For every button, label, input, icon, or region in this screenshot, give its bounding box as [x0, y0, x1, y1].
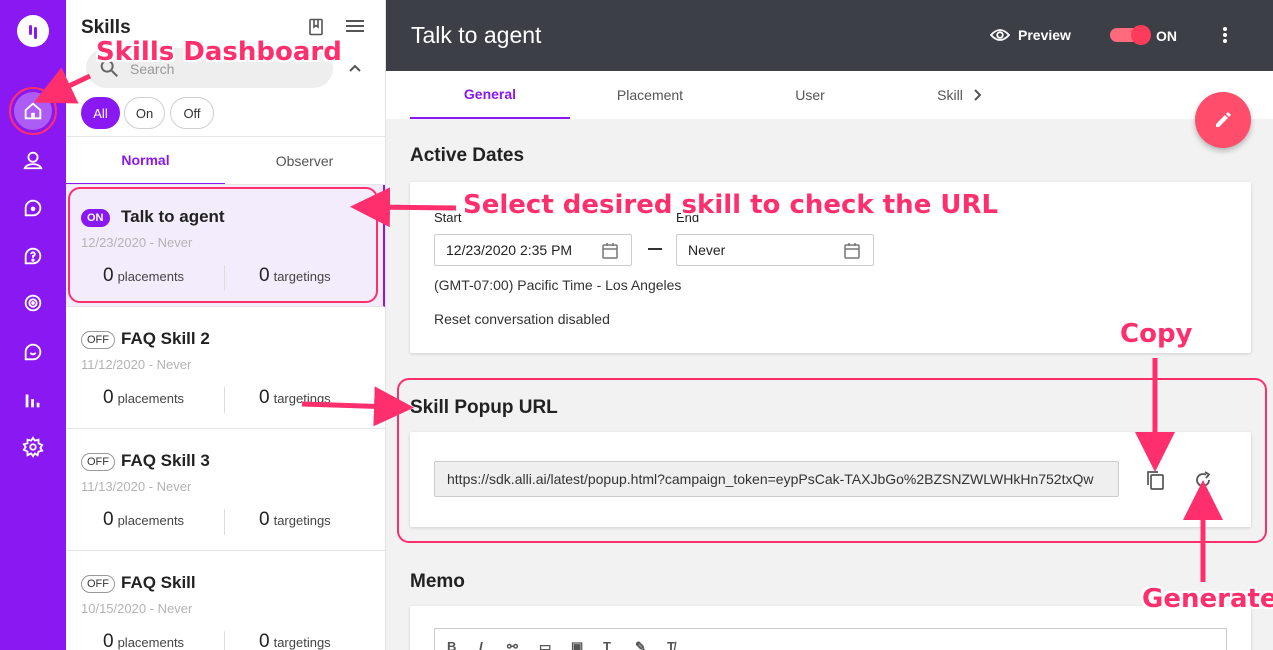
calendar-icon [844, 243, 860, 259]
memo-editor[interactable]: B I ⚯ ▭ ▣ T ✎ T̸ [434, 628, 1227, 650]
help-icon[interactable] [20, 243, 46, 269]
skill-dates: 11/12/2020 - Never [81, 357, 192, 372]
stat-divider [224, 387, 225, 413]
reset-conversation-text: Reset conversation disabled [434, 311, 610, 327]
target-icon[interactable] [20, 290, 46, 316]
placements-count: 0 placements [103, 387, 185, 408]
link-icon[interactable]: ⚯ [507, 639, 518, 650]
home-highlight-ring [9, 87, 57, 135]
main-tabs: General Placement User Skill [386, 71, 1273, 119]
status-badge: OFF [81, 453, 115, 471]
skill-name: FAQ Skill [121, 573, 196, 592]
stat-divider [224, 509, 225, 535]
preview-button[interactable]: Preview [990, 27, 1071, 43]
filter-all-chip[interactable]: All [81, 97, 120, 129]
selected-skill-highlight [68, 187, 378, 303]
text-size-icon[interactable]: T [603, 639, 611, 650]
more-menu-icon[interactable] [1222, 26, 1228, 49]
tab-skill[interactable]: Skill [879, 71, 1039, 119]
start-date-value: 12/23/2020 2:35 PM [446, 242, 573, 258]
tab-general[interactable]: General [410, 71, 570, 119]
skill-name: FAQ Skill 2 [121, 329, 210, 348]
chevron-right-icon [974, 89, 981, 101]
end-date-field[interactable]: Never [676, 234, 874, 266]
timezone-text: (GMT-07:00) Pacific Time - Los Angeles [434, 277, 682, 293]
annotation-skills-dashboard: Skills Dashboard [96, 37, 342, 67]
targetings-count: 0 targetings [259, 387, 331, 408]
pen-icon[interactable]: ✎ [635, 639, 646, 650]
popup-url-highlight [397, 378, 1267, 543]
tab-normal[interactable]: Normal [66, 137, 225, 185]
memo-card: B I ⚯ ▭ ▣ T ✎ T̸ [410, 606, 1251, 650]
filter-off-chip[interactable]: Off [170, 97, 214, 129]
panel-title: Skills [81, 17, 131, 38]
placements-count: 0 placements [103, 509, 185, 530]
annotation-generate: Generate [1142, 584, 1273, 614]
chat-icon[interactable] [20, 195, 46, 221]
calendar-icon [602, 243, 618, 259]
memo-title: Memo [410, 571, 465, 592]
skill-item-faq-skill[interactable]: OFF FAQ Skill 10/15/2020 - Never 0 placem… [66, 551, 385, 650]
start-date-field[interactable]: 12/23/2020 2:35 PM [434, 234, 632, 266]
date-range-dash [648, 248, 662, 250]
video-icon[interactable]: ▣ [571, 639, 583, 650]
tab-observer[interactable]: Observer [225, 137, 384, 185]
active-dates-title: Active Dates [410, 145, 525, 166]
chevron-up-icon[interactable] [348, 60, 362, 78]
tab-placement[interactable]: Placement [570, 71, 730, 119]
message-icon[interactable] [20, 339, 46, 365]
start-label: Start [434, 210, 462, 225]
bold-button[interactable]: B [447, 639, 456, 650]
filter-on-chip[interactable]: On [124, 97, 165, 129]
gear-icon[interactable] [20, 434, 46, 460]
skill-dates: 10/15/2020 - Never [81, 601, 193, 616]
page-title: Talk to agent [411, 22, 542, 48]
bar-chart-icon[interactable] [20, 387, 46, 413]
targetings-count: 0 targetings [259, 631, 331, 650]
user-icon[interactable] [20, 147, 46, 173]
stat-divider [224, 631, 225, 650]
annotation-copy: Copy [1120, 319, 1193, 349]
eye-icon [990, 29, 1010, 41]
targetings-count: 0 targetings [259, 509, 331, 530]
annotation-select-skill: Select desired skill to check the URL [463, 190, 999, 220]
skill-name: FAQ Skill 3 [121, 451, 210, 470]
skill-item-faq-skill-2[interactable]: OFF FAQ Skill 2 11/12/2020 - Never 0 plac… [66, 307, 385, 429]
list-icon[interactable] [346, 18, 364, 36]
tab-user[interactable]: User [730, 71, 890, 119]
placements-count: 0 placements [103, 631, 185, 650]
end-date-value: Never [688, 242, 726, 258]
italic-button[interactable]: I [479, 639, 483, 650]
skill-dates: 11/13/2020 - Never [81, 479, 192, 494]
edit-fab-button[interactable] [1195, 92, 1251, 148]
active-toggle[interactable] [1110, 25, 1151, 45]
status-badge: OFF [81, 575, 115, 593]
book-icon[interactable] [308, 18, 326, 36]
preview-label: Preview [1018, 27, 1071, 43]
toggle-label: ON [1156, 28, 1177, 44]
image-icon[interactable]: ▭ [539, 639, 551, 650]
header-bar: Talk to agent Preview ON [386, 0, 1273, 71]
pencil-icon [1216, 112, 1231, 127]
logo-icon[interactable] [17, 15, 49, 47]
clear-format-icon[interactable]: T̸ [667, 639, 675, 650]
skills-panel: Skills Search All On Off Normal Observer… [66, 0, 386, 650]
status-badge: OFF [81, 331, 115, 349]
skill-item-faq-skill-3[interactable]: OFF FAQ Skill 3 11/13/2020 - Never 0 plac… [66, 429, 385, 551]
